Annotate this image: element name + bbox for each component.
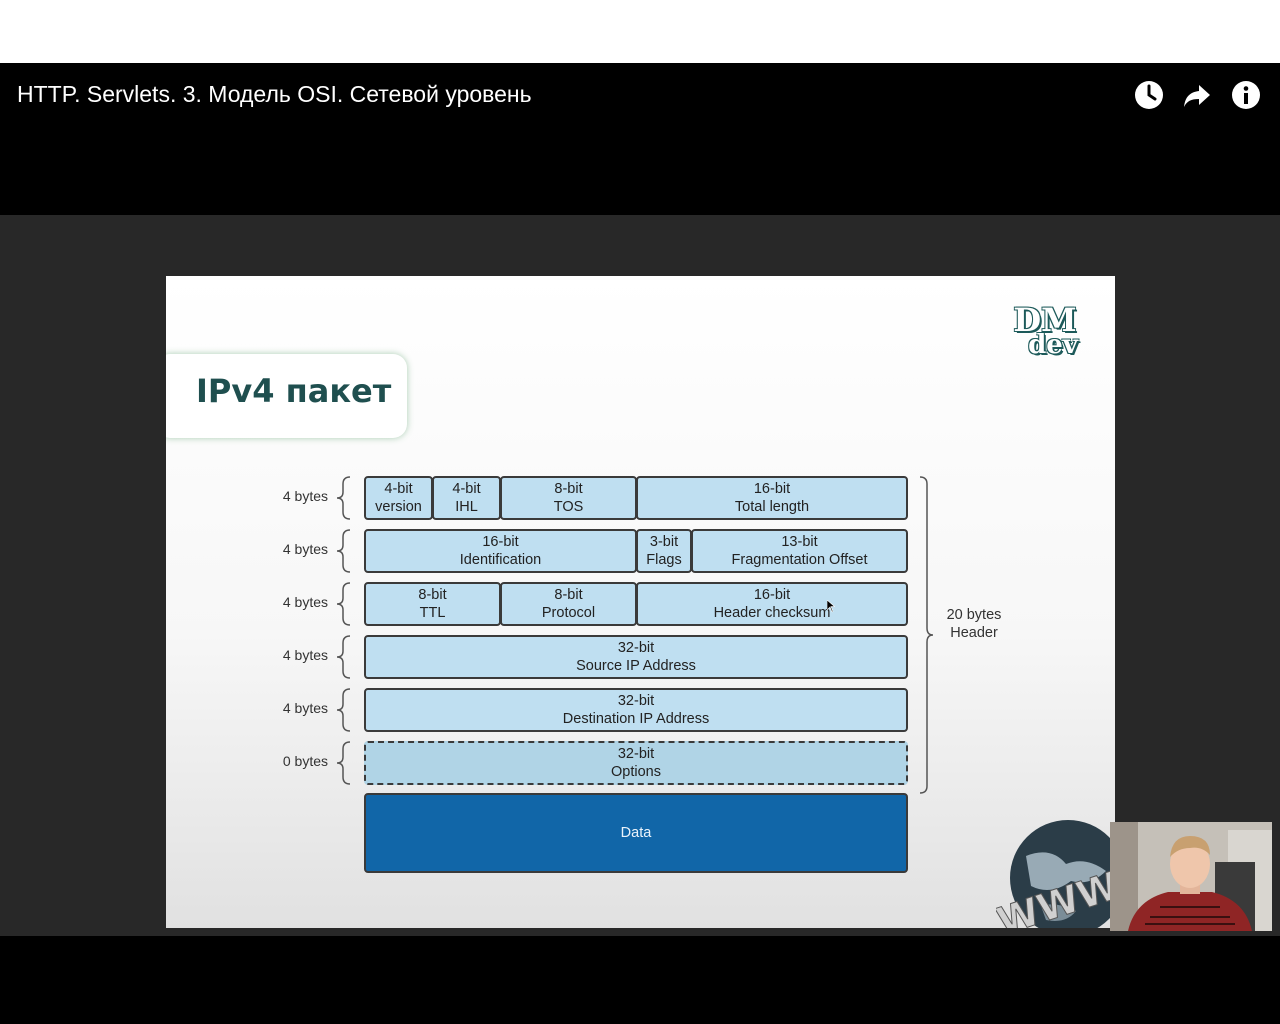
field-ihl: 4-bit IHL xyxy=(432,476,501,520)
video-header: HTTP. Servlets. 3. Модель OSI. Сетевой у… xyxy=(0,63,1280,215)
row-size-label: 4 bytes xyxy=(282,647,328,663)
data-block: Data xyxy=(364,793,908,873)
field-flags: 3-bit Flags xyxy=(636,529,692,573)
presentation-slide: IPv4 пакет DM dev 4 bytes 4-bit version 4… xyxy=(166,276,1115,928)
video-title[interactable]: HTTP. Servlets. 3. Модель OSI. Сетевой у… xyxy=(17,81,532,108)
row-size-label: 4 bytes xyxy=(282,541,328,557)
globe-www-icon: WWW xyxy=(996,820,1115,928)
slide-title: IPv4 пакет xyxy=(196,372,392,410)
bottom-bar xyxy=(0,936,1280,1024)
row-size-label: 4 bytes xyxy=(282,488,328,504)
clock-icon[interactable] xyxy=(1133,79,1165,111)
field-identification: 16-bit Identification xyxy=(364,529,637,573)
field-header-checksum: 16-bit Header checksum xyxy=(636,582,908,626)
field-fragmentation-offset: 13-bit Fragmentation Offset xyxy=(691,529,908,573)
header-size-summary: 20 bytes Header xyxy=(946,607,1002,641)
field-version: 4-bit version xyxy=(364,476,433,520)
row-size-label: 0 bytes xyxy=(282,753,328,769)
field-total-length: 16-bit Total length xyxy=(636,476,908,520)
left-brace-icon xyxy=(336,635,351,679)
left-brace-icon xyxy=(336,582,351,626)
row-size-label: 4 bytes xyxy=(282,594,328,610)
left-brace-icon xyxy=(336,529,351,573)
row-size-label: 4 bytes xyxy=(282,700,328,716)
presenter-webcam xyxy=(1110,822,1272,931)
info-icon[interactable] xyxy=(1230,79,1262,111)
left-brace-icon xyxy=(336,741,351,785)
field-tos: 8-bit TOS xyxy=(500,476,637,520)
field-source-ip: 32-bit Source IP Address xyxy=(364,635,908,679)
right-brace-icon xyxy=(919,476,934,794)
field-ttl: 8-bit TTL xyxy=(364,582,501,626)
left-brace-icon xyxy=(336,476,351,520)
top-bar xyxy=(0,0,1280,63)
field-protocol: 8-bit Protocol xyxy=(500,582,637,626)
field-destination-ip: 32-bit Destination IP Address xyxy=(364,688,908,732)
field-options: 32-bit Options xyxy=(364,741,908,785)
video-player[interactable]: HTTP. Servlets. 3. Модель OSI. Сетевой у… xyxy=(0,63,1280,936)
share-icon[interactable] xyxy=(1181,79,1213,111)
mouse-cursor-icon xyxy=(827,600,835,613)
dmdev-logo: DM dev xyxy=(1013,301,1078,360)
left-brace-icon xyxy=(336,688,351,732)
